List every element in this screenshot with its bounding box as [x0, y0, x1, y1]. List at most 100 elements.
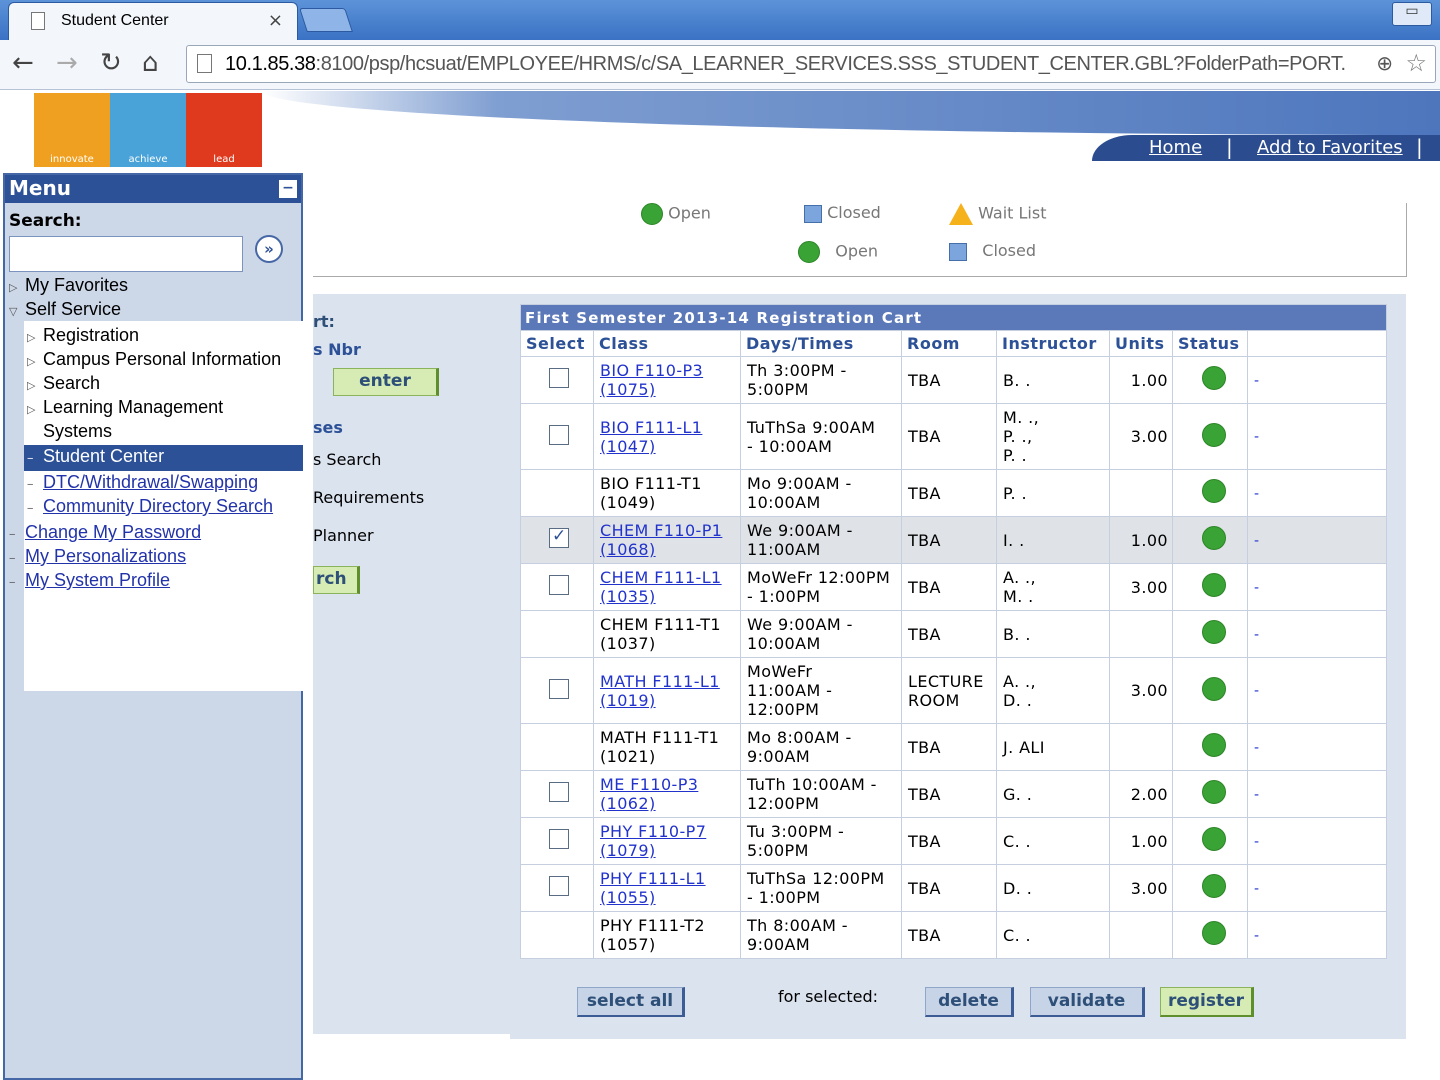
- status-message-link[interactable]: -: [1254, 834, 1259, 850]
- menu-link[interactable]: My System Profile: [25, 570, 170, 590]
- status-message-link[interactable]: -: [1254, 787, 1259, 803]
- select-cell: [520, 817, 594, 865]
- home-link[interactable]: Home: [1149, 137, 1202, 158]
- class-link[interactable]: ME F110-P3 (1062): [600, 775, 698, 813]
- menu-search-label: Search:: [9, 211, 82, 231]
- register-button[interactable]: register: [1160, 987, 1254, 1017]
- search-button[interactable]: rch: [313, 566, 360, 594]
- class-link[interactable]: MATH F111-L1 (1019): [600, 672, 720, 710]
- message-cell: -: [1246, 864, 1388, 912]
- class-link[interactable]: BIO F110-P3 (1075): [600, 361, 703, 399]
- status-message-link[interactable]: -: [1254, 533, 1259, 549]
- menu-item-label: Campus Personal Information: [43, 349, 282, 369]
- menu-item-my-favorites[interactable]: ▷ My Favorites: [9, 275, 128, 296]
- message-cell: -: [1246, 356, 1388, 404]
- close-tab-icon[interactable]: ×: [268, 10, 283, 31]
- add-to-favorites-link[interactable]: Add to Favorites: [1257, 137, 1403, 158]
- legend-label: Closed: [982, 241, 1037, 260]
- status-message-link[interactable]: -: [1254, 627, 1259, 643]
- status-message-link[interactable]: -: [1254, 881, 1259, 897]
- class-link[interactable]: PHY F111-L1 (1055): [600, 869, 706, 907]
- browser-tab[interactable]: Student Center ×: [8, 2, 298, 40]
- instructor-line: M. .: [1003, 587, 1034, 606]
- dash-icon: −: [9, 553, 16, 565]
- class-link[interactable]: CHEM F110-P1 (1068): [600, 521, 722, 559]
- units-cell: [1109, 610, 1173, 658]
- menu-item-student-center[interactable]: − Student Center: [27, 446, 164, 467]
- instructor-line: D. .: [1003, 878, 1033, 898]
- menu-item-personalizations[interactable]: − My Personalizations: [9, 546, 186, 567]
- status-message-link[interactable]: -: [1254, 486, 1259, 502]
- address-bar[interactable]: 10.1.85.38:8100/psp/hcsuat/EMPLOYEE/HRMS…: [186, 45, 1436, 83]
- menu-item-registration[interactable]: ▷ Registration: [27, 325, 139, 346]
- bookmark-star-icon[interactable]: ☆: [1405, 49, 1427, 77]
- status-message-link[interactable]: -: [1254, 580, 1259, 596]
- status-message-link[interactable]: -: [1254, 429, 1259, 445]
- instructor-line: D. .: [1003, 690, 1033, 710]
- menu-item-dtc[interactable]: − DTC/Withdrawal/Swapping: [27, 472, 258, 493]
- menu-link[interactable]: My Personalizations: [25, 546, 186, 566]
- select-checkbox[interactable]: [549, 876, 569, 896]
- select-checkbox-checked[interactable]: [549, 527, 569, 548]
- select-checkbox[interactable]: [549, 368, 569, 388]
- menu-item-search[interactable]: ▷ Search: [27, 373, 100, 394]
- days-line: TuThSa 12:00PM: [747, 869, 885, 888]
- collapse-menu-button[interactable]: −: [278, 179, 298, 199]
- new-tab-button[interactable]: [299, 8, 353, 32]
- enter-button[interactable]: enter: [333, 368, 439, 396]
- status-message-link[interactable]: -: [1254, 683, 1259, 699]
- requirements-option[interactable]: Requirements: [313, 488, 424, 507]
- select-checkbox[interactable]: [549, 829, 569, 849]
- menu-search-input[interactable]: [9, 236, 243, 272]
- class-link[interactable]: CHEM F111-L1 (1035): [600, 568, 722, 606]
- menu-item-community-directory[interactable]: − Community Directory Search: [27, 496, 273, 517]
- select-checkbox[interactable]: [549, 424, 569, 445]
- status-message-link[interactable]: -: [1254, 373, 1259, 389]
- logo-panel-innovate: innovate: [34, 93, 110, 167]
- column-header: Instructor: [996, 330, 1110, 357]
- class-link[interactable]: BIO F111-L1 (1047): [600, 418, 702, 456]
- planner-option[interactable]: Planner: [313, 526, 374, 545]
- search-go-icon[interactable]: »: [255, 235, 283, 263]
- add-to-cart-panel: rt: s Nbr enter ses s Search Requirement…: [313, 294, 510, 1034]
- status-cell: [1172, 723, 1248, 771]
- forward-arrow-icon[interactable]: →: [56, 48, 78, 78]
- menu-item-self-service[interactable]: ▽ Self Service: [9, 299, 121, 320]
- class-code: PHY F111-T2: [600, 916, 705, 935]
- class-link[interactable]: PHY F110-P7 (1079): [600, 822, 706, 860]
- table-row: PHY F110-P7 (1079) Tu 3:00PM -5:00PM TBA C. …: [520, 817, 1388, 865]
- menu-item-campus-personal-information[interactable]: ▷ Campus Personal Information: [27, 349, 281, 370]
- registration-cart-panel: First Semester 2013-14 Registration Cart…: [510, 294, 1406, 1039]
- select-checkbox[interactable]: [549, 575, 569, 595]
- menu-link[interactable]: DTC/Withdrawal/Swapping: [43, 472, 258, 492]
- units-cell: 3.00: [1109, 864, 1173, 912]
- menu-item-learning-management[interactable]: ▷ Learning Management: [27, 397, 223, 418]
- class-cell: PHY F111-T2 (1057): [593, 911, 741, 959]
- class-search-option[interactable]: s Search: [313, 450, 381, 469]
- select-all-button[interactable]: select all: [577, 987, 685, 1017]
- reload-icon[interactable]: ↻: [100, 48, 122, 78]
- menu-link[interactable]: Community Directory Search: [43, 496, 273, 516]
- class-number: (1055): [600, 888, 656, 907]
- home-icon[interactable]: ⌂: [142, 48, 159, 78]
- validate-button[interactable]: validate: [1030, 987, 1145, 1017]
- class-number: (1021): [600, 747, 656, 766]
- select-checkbox[interactable]: [549, 782, 569, 802]
- minimize-window-button[interactable]: ▭: [1392, 2, 1432, 26]
- menu-link[interactable]: Change My Password: [25, 522, 201, 542]
- select-checkbox[interactable]: [549, 678, 569, 699]
- status-message-link[interactable]: -: [1254, 928, 1259, 944]
- zoom-icon[interactable]: ⊕: [1376, 51, 1393, 75]
- class-number: (1057): [600, 935, 656, 954]
- class-code: CHEM F111-L1: [600, 568, 722, 587]
- menu-item-system-profile[interactable]: − My System Profile: [9, 570, 170, 591]
- menu-item-change-password[interactable]: − Change My Password: [9, 522, 201, 543]
- back-arrow-icon[interactable]: ←: [12, 48, 34, 78]
- menu-item-learning-management-cont[interactable]: Systems: [43, 421, 112, 442]
- legend-label: Open: [835, 241, 878, 261]
- instructor-cell: J. ALI: [996, 723, 1110, 771]
- page-banner: innovate achieve lead Home | Add to Favo…: [0, 91, 1440, 171]
- delete-button[interactable]: delete: [925, 987, 1014, 1017]
- class-cell: BIO F111-L1 (1047): [593, 403, 741, 470]
- status-message-link[interactable]: -: [1254, 740, 1259, 756]
